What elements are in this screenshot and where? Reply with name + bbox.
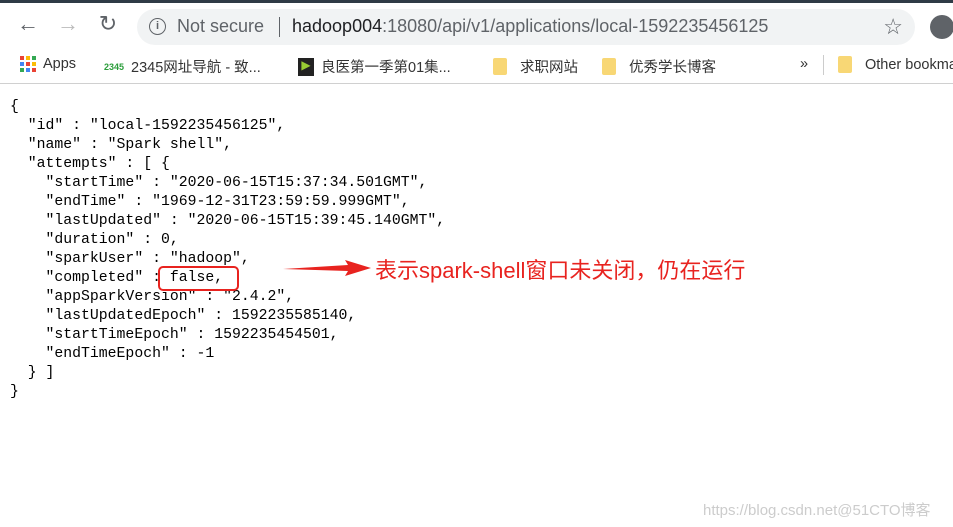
- json-line: "name" : "Spark shell",: [10, 137, 232, 153]
- forward-button[interactable]: →: [56, 13, 80, 35]
- bookmark-label: 良医第一季第01集...: [321, 60, 451, 76]
- folder-icon: [493, 58, 507, 75]
- back-button[interactable]: ←: [16, 13, 40, 35]
- apps-grid-icon: [20, 56, 36, 72]
- json-line: "lastUpdatedEpoch" : 1592235585140,: [10, 308, 357, 324]
- bookmark-2345[interactable]: 2345 2345网址导航 - 致...: [104, 56, 261, 77]
- security-label: Not secure: [177, 16, 265, 36]
- bookmarks-bar: Apps 2345 2345网址导航 - 致... ▶ 良医第一季第01集...…: [0, 46, 953, 84]
- json-line: "attempts" : [ {: [10, 156, 170, 172]
- url-text[interactable]: hadoop004:18080/api/v1/applications/loca…: [292, 16, 768, 37]
- json-line: }: [10, 384, 19, 400]
- watermark: https://blog.csdn.net@51CTO博客: [703, 502, 931, 519]
- bookmark-apps[interactable]: Apps: [20, 56, 76, 72]
- 2345-icon: 2345: [104, 61, 125, 72]
- profile-avatar[interactable]: [930, 15, 953, 39]
- more-bookmarks-button[interactable]: »: [800, 56, 808, 72]
- highlight-box: [158, 266, 239, 291]
- arrow-icon: [283, 260, 371, 276]
- reload-button[interactable]: ↻: [96, 13, 120, 35]
- divider: [823, 55, 824, 75]
- json-line: "duration" : 0,: [10, 232, 179, 248]
- json-line: "endTime" : "1969-12-31T23:59:59.999GMT"…: [10, 194, 410, 210]
- json-line: "id" : "local-1592235456125",: [10, 118, 286, 134]
- folder-icon: [838, 56, 852, 73]
- json-line: "endTimeEpoch" : -1: [10, 346, 215, 362]
- bookmark-label: 2345网址导航 - 致...: [131, 60, 261, 76]
- json-response: { "id" : "local-1592235456125", "name" :…: [10, 98, 445, 402]
- folder-icon: [602, 58, 616, 75]
- bookmark-other[interactable]: Other bookmarks: [838, 56, 953, 73]
- info-icon[interactable]: i: [149, 18, 166, 35]
- json-line: } ]: [10, 365, 55, 381]
- json-line: "startTime" : "2020-06-15T15:37:34.501GM…: [10, 175, 428, 191]
- json-line: "startTimeEpoch" : 1592235454501,: [10, 327, 339, 343]
- bookmark-label: 求职网站: [520, 60, 578, 76]
- url-path: :18080/api/v1/applications/local-1592235…: [382, 16, 769, 36]
- bookmark-label: Other bookmarks: [865, 56, 953, 73]
- video-icon: ▶: [298, 57, 314, 76]
- browser-toolbar: ← → ↻ i Not secure hadoop004:18080/api/v…: [0, 3, 953, 46]
- divider: [279, 17, 280, 37]
- bookmark-folder-jobs[interactable]: 求职网站: [493, 56, 578, 77]
- annotation-text: 表示spark-shell窗口未关闭，仍在运行: [375, 258, 746, 283]
- json-line: {: [10, 99, 19, 115]
- bookmark-folder-blogs[interactable]: 优秀学长博客: [602, 56, 716, 77]
- bookmark-video[interactable]: ▶ 良医第一季第01集...: [298, 56, 451, 77]
- address-bar[interactable]: i Not secure hadoop004:18080/api/v1/appl…: [137, 9, 915, 45]
- bookmark-label: 优秀学长博客: [629, 60, 716, 76]
- url-host: hadoop004: [292, 16, 383, 36]
- bookmark-star-icon[interactable]: ☆: [883, 14, 903, 40]
- bookmark-label: Apps: [43, 56, 77, 72]
- json-line: "lastUpdated" : "2020-06-15T15:39:45.140…: [10, 213, 446, 229]
